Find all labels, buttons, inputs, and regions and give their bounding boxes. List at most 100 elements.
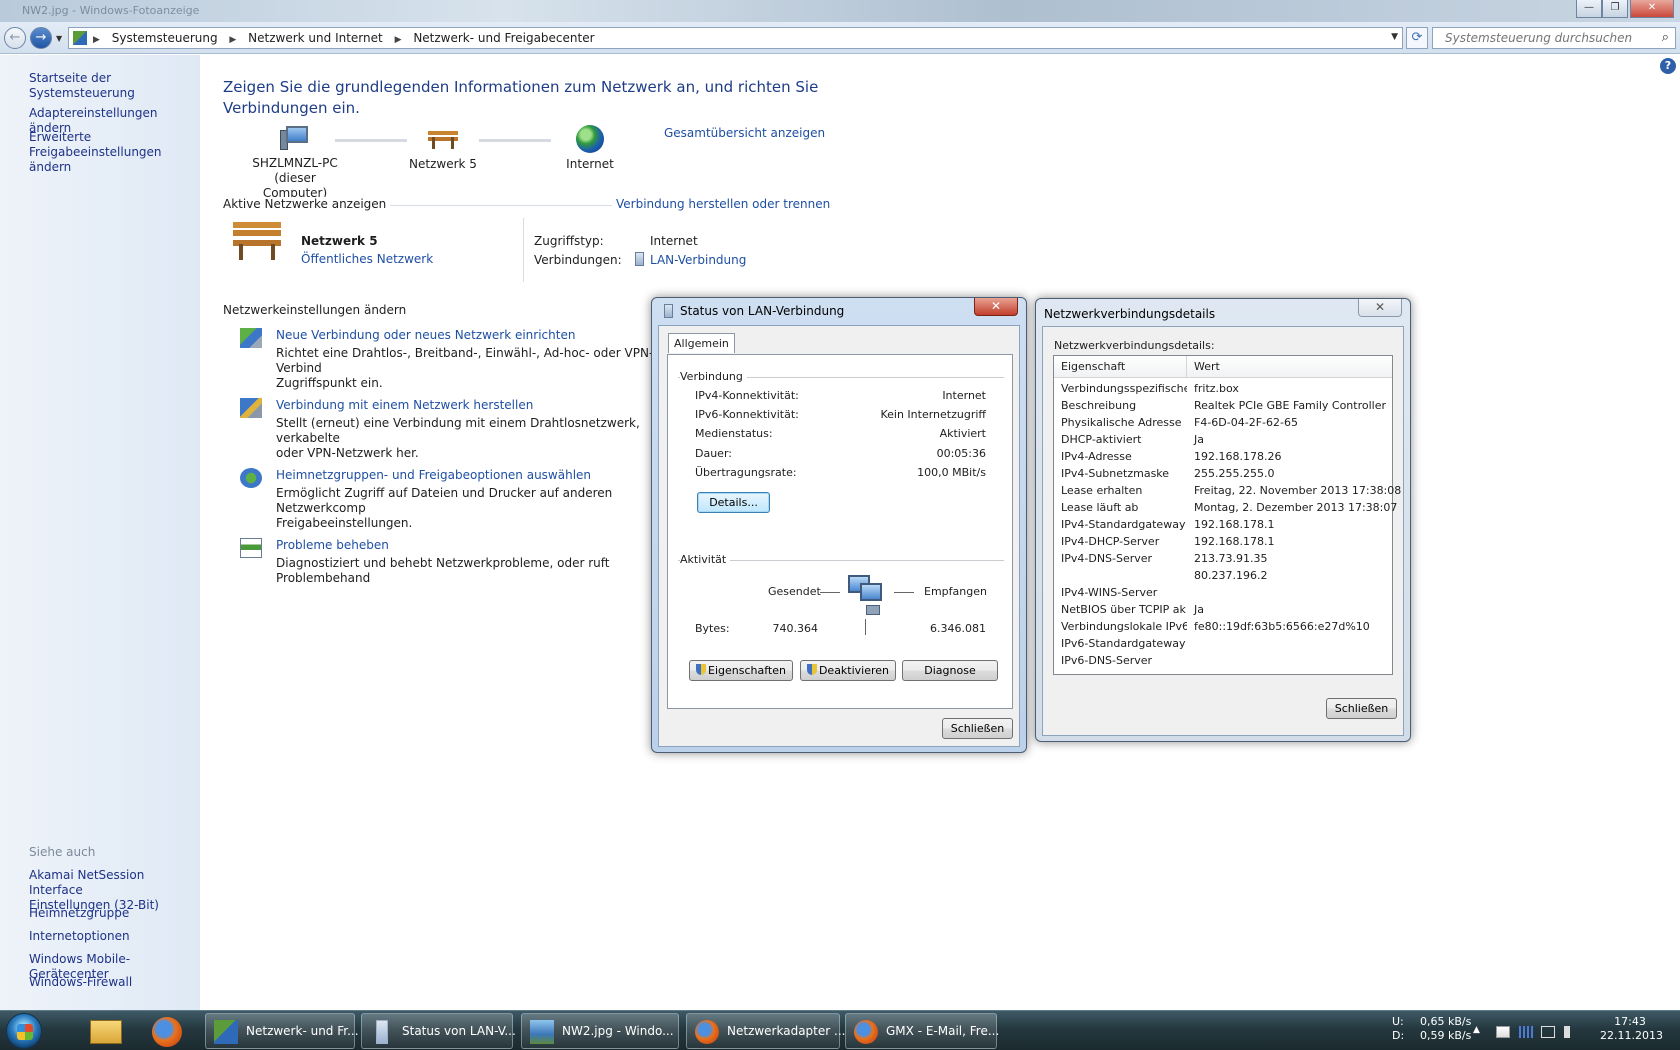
close-window-button[interactable]: ✕	[1630, 0, 1674, 18]
details-row[interactable]: IPv4-Standardgateway 192.168.178.1	[1054, 518, 1392, 535]
internet-options-link[interactable]: Internetoptionen	[29, 929, 130, 944]
details-row[interactable]: Lease läuft ab Montag, 2. Dezember 2013 1…	[1054, 501, 1397, 518]
firefox-pinned[interactable]	[140, 1014, 194, 1048]
tray-app-icon[interactable]	[1519, 1026, 1533, 1038]
details-row[interactable]: Lease erhalten Freitag, 22. November 2013…	[1054, 484, 1401, 501]
properties-button[interactable]: Eigenschaften	[689, 660, 793, 681]
speed-value: 100,0 MBit/s	[917, 466, 986, 479]
minimize-button[interactable]: —	[1576, 0, 1602, 18]
details-row-property: Verbindungsspezifisches...	[1061, 382, 1187, 395]
details-close-button[interactable]: Schließen	[1326, 698, 1397, 719]
chevron-right-icon[interactable]: ▶	[93, 35, 100, 45]
search-icon[interactable]: ⌕	[1662, 30, 1669, 45]
navigation-bar: ← → ▼ ▶ Systemsteuerung ▶ Netzwerk und I…	[0, 22, 1680, 54]
full-map-link[interactable]: Gesamtübersicht anzeigen	[664, 126, 825, 140]
details-row[interactable]: Physikalische Adresse F4-6D-04-2F-62-65	[1054, 416, 1392, 433]
lan-plug-icon	[635, 252, 644, 266]
column-property[interactable]: Eigenschaft	[1061, 360, 1125, 373]
taskbar-item[interactable]: Netzwerk- und Fr...	[205, 1013, 359, 1049]
chevron-right-icon[interactable]: ▶	[395, 35, 402, 45]
details-row-value: 255.255.255.0	[1194, 467, 1275, 480]
taskbar-item[interactable]: Status von LAN-V...	[361, 1013, 516, 1049]
back-button[interactable]: ←	[4, 27, 26, 49]
connect-disconnect-link[interactable]: Verbindung herstellen oder trennen	[612, 197, 831, 211]
windows-firewall-link[interactable]: Windows-Firewall	[29, 975, 132, 990]
details-row[interactable]: IPv4-WINS-Server	[1054, 586, 1392, 603]
maximize-button[interactable]: ❐	[1602, 0, 1628, 18]
forward-button[interactable]: →	[30, 27, 52, 49]
taskbar-item[interactable]: Netzwerkadapter ...	[686, 1013, 845, 1049]
breadcrumb: ▶ Systemsteuerung ▶ Netzwerk und Interne…	[93, 31, 603, 45]
taskbar-item-label: Status von LAN-V...	[402, 1024, 516, 1038]
details-row[interactable]: IPv4-Subnetzmaske 255.255.255.0	[1054, 467, 1392, 484]
troubleshoot-link[interactable]: Probleme beheben	[276, 538, 389, 552]
details-row[interactable]: IPv6-Standardgateway	[1054, 637, 1392, 654]
network-map-internet[interactable]: Internet	[555, 125, 625, 172]
see-also-heading: Siehe auch	[29, 845, 96, 859]
details-row[interactable]: IPv6-DNS-Server	[1054, 654, 1392, 671]
advanced-sharing-link[interactable]: Erweiterte Freigabeeinstellungen ändern	[29, 130, 200, 175]
close-icon[interactable]: ✕	[974, 298, 1018, 316]
homegroup-link[interactable]: Heimnetzgruppe	[29, 906, 129, 921]
close-icon[interactable]: ✕	[1358, 299, 1402, 317]
lan-connection-link[interactable]: LAN-Verbindung	[650, 253, 746, 267]
search-input[interactable]	[1433, 28, 1643, 48]
details-row[interactable]: IPv4-DNS-Server 213.73.91.35	[1054, 552, 1392, 569]
taskbar-item-label: NW2.jpg - Windo...	[562, 1024, 674, 1038]
action-center-icon[interactable]	[1496, 1026, 1510, 1038]
explorer-pinned[interactable]	[80, 1014, 134, 1048]
network-map-network[interactable]: Netzwerk 5	[400, 127, 486, 172]
details-label: Netzwerkverbindungsdetails:	[1054, 339, 1215, 352]
breadcrumb-systemsteuerung[interactable]: Systemsteuerung	[112, 31, 218, 45]
uac-shield-icon	[696, 664, 707, 675]
network-tray-icon[interactable]	[1541, 1026, 1555, 1038]
breadcrumb-freigabecenter[interactable]: Netzwerk- und Freigabecenter	[413, 31, 594, 45]
network-map-computer[interactable]: SHZLMNZL-PC (dieser Computer)	[245, 126, 345, 201]
search-box[interactable]: ⌕	[1432, 27, 1676, 49]
chevron-down-icon[interactable]: ▼	[1391, 32, 1398, 42]
diagnose-button[interactable]: Diagnose	[902, 660, 998, 681]
download-speed: 0,59 kB/s	[1420, 1029, 1472, 1042]
column-value[interactable]: Wert	[1194, 360, 1220, 373]
taskbar-item[interactable]: NW2.jpg - Windo...	[521, 1013, 679, 1049]
tray-expand-icon[interactable]: ▲	[1473, 1023, 1480, 1037]
connect-network-icon	[240, 398, 262, 418]
details-row[interactable]: Verbindungsspezifisches... fritz.box	[1054, 382, 1392, 399]
clock[interactable]: 17:43 22.11.2013	[1600, 1015, 1663, 1043]
start-button[interactable]	[6, 1013, 42, 1049]
divider	[523, 218, 524, 282]
connect-network-link[interactable]: Verbindung mit einem Netzwerk herstellen	[276, 398, 533, 412]
details-row[interactable]: 80.237.196.2	[1054, 569, 1392, 586]
tab-allgemein[interactable]: Allgemein	[668, 333, 735, 353]
details-row[interactable]: Verbindungslokale IPv6-... fe80::19df:63b…	[1054, 620, 1392, 637]
lan-status-dialog: Status von LAN-Verbindung ✕ Allgemein Ve…	[651, 297, 1027, 753]
details-row[interactable]: Beschreibung Realtek PCIe GBE Family Cont…	[1054, 399, 1392, 416]
status-close-button[interactable]: Schließen	[942, 718, 1013, 739]
breadcrumb-netzwerk-internet[interactable]: Netzwerk und Internet	[248, 31, 383, 45]
chevron-right-icon[interactable]: ▶	[229, 35, 236, 45]
details-row[interactable]: DHCP-aktiviert Ja	[1054, 433, 1392, 450]
clock-time: 17:43	[1614, 1015, 1646, 1028]
network-type-link[interactable]: Öffentliches Netzwerk	[301, 252, 433, 266]
details-list[interactable]: Eigenschaft Wert Verbindungsspezifisches…	[1053, 355, 1401, 675]
page-title: Zeigen Sie die grundlegenden Information…	[223, 78, 819, 117]
new-connection-link[interactable]: Neue Verbindung oder neues Netzwerk einr…	[276, 328, 575, 342]
details-row[interactable]: IPv4-Adresse 192.168.178.26	[1054, 450, 1392, 467]
details-row[interactable]: NetBIOS über TCPIP ak... Ja	[1054, 603, 1392, 620]
details-row-property: IPv6-DNS-Server	[1061, 654, 1153, 667]
taskbar-item[interactable]: GMX - E-Mail, Fre...	[845, 1013, 999, 1049]
ipv4-connectivity-value: Internet	[942, 389, 986, 402]
details-row-value: Realtek PCIe GBE Family Controller	[1194, 399, 1387, 412]
homegroup-options-link[interactable]: Heimnetzgruppen- und Freigabeoptionen au…	[276, 468, 591, 482]
recent-pages-icon[interactable]: ▼	[56, 34, 62, 43]
volume-icon[interactable]	[1564, 1026, 1578, 1038]
details-button[interactable]: Details...	[697, 492, 770, 513]
disable-button[interactable]: Deaktivieren	[800, 660, 896, 681]
details-row[interactable]: IPv4-DHCP-Server 192.168.178.1	[1054, 535, 1392, 552]
control-panel-home-link[interactable]: Startseite der Systemsteuerung	[29, 71, 200, 101]
refresh-button[interactable]: ⟳	[1406, 27, 1428, 49]
public-network-bench-icon	[233, 220, 281, 260]
network-map-network-label: Netzwerk 5	[409, 157, 477, 171]
address-bar[interactable]: ▶ Systemsteuerung ▶ Netzwerk und Interne…	[68, 27, 1403, 49]
help-icon[interactable]: ?	[1660, 58, 1676, 74]
